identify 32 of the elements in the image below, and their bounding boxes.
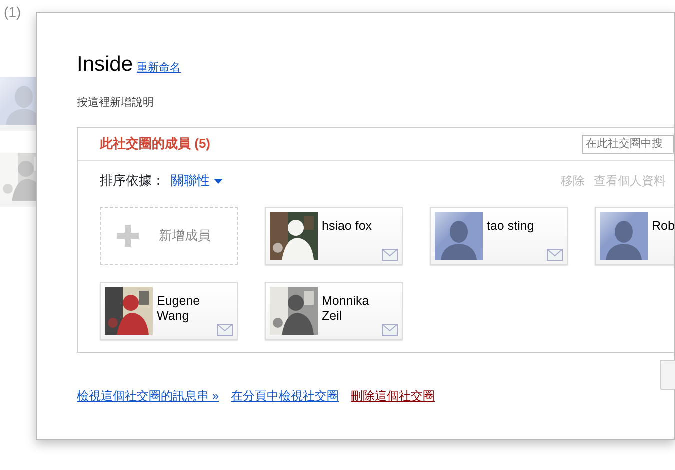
rename-link[interactable]: 重新命名 [137,62,182,74]
member-name: Rob [652,219,674,234]
sort-dropdown[interactable]: 關聯性 [171,171,223,191]
footer-link[interactable]: 刪除這個社交圈 [351,387,436,405]
member-name: hsiao fox [322,219,372,234]
member-card[interactable]: Rob [595,207,674,265]
avatar-icon [600,212,648,260]
mail-icon[interactable] [382,324,398,336]
mail-icon[interactable] [547,249,563,261]
member-card[interactable]: tao sting [430,207,568,265]
dialog-title: Inside [77,53,134,76]
description-text[interactable]: 按這裡新增說明 [77,94,674,111]
add-member-label: 新增成員 [159,227,211,246]
members-tab[interactable]: 此社交圈的成員 (5) [100,134,210,154]
member-name: Eugene Wang [157,294,202,324]
member-card[interactable]: hsiao fox [265,207,403,265]
mail-icon[interactable] [382,249,398,261]
plus-icon [117,225,139,247]
search-field[interactable]: 在此社交圈中搜 [582,134,674,154]
member-card[interactable]: Monnika Zeil [265,282,403,340]
avatar-icon [435,212,483,260]
tab-label[interactable]: (1) [4,2,22,23]
member-name: tao sting [487,219,534,234]
add-member-button[interactable]: 新增成員 [100,207,238,265]
footer-link[interactable]: 檢視這個社交圈的訊息串 » [77,387,220,405]
footer-link[interactable]: 在分頁中檢視社交圈 [231,387,340,405]
caret-icon [214,179,223,184]
button[interactable] [660,360,675,390]
member-name: Monnika Zeil [322,294,370,324]
sort-label: 排序依據： [100,172,165,190]
member-card[interactable]: Eugene Wang [100,282,238,340]
mail-icon[interactable] [217,324,233,336]
